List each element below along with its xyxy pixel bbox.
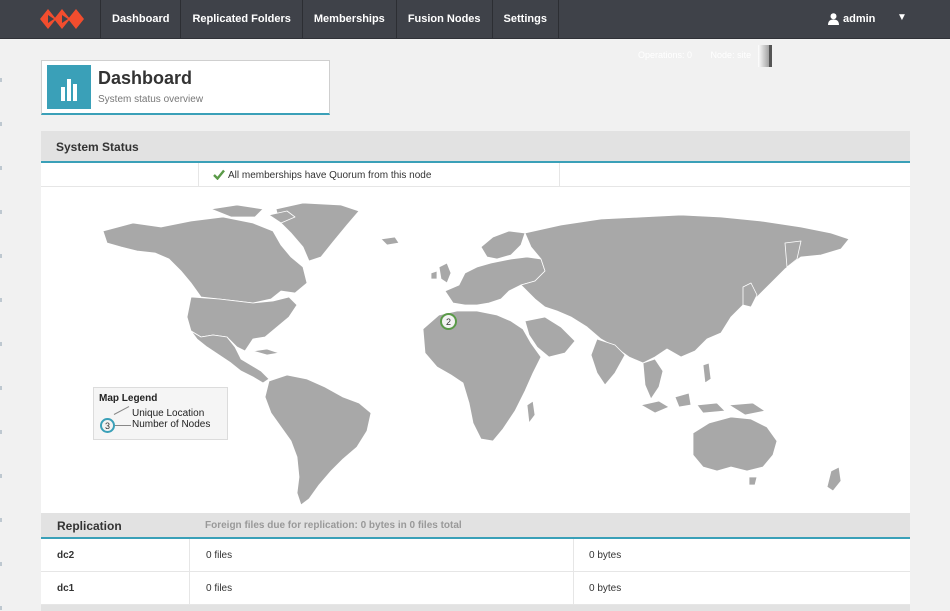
dashboard-header-card: Dashboard System status overview bbox=[41, 60, 330, 115]
replication-bytes: 0 bytes bbox=[589, 550, 622, 561]
new-zealand bbox=[826, 466, 842, 492]
nav-dashboard[interactable]: Dashboard bbox=[100, 0, 180, 38]
uk bbox=[438, 262, 452, 284]
user-icon bbox=[828, 13, 839, 25]
africa bbox=[422, 310, 542, 442]
panel-bottom-strip bbox=[41, 605, 910, 611]
status-fade bbox=[758, 45, 772, 67]
node-cluster-marker[interactable]: 2 bbox=[440, 313, 457, 330]
legend-number-of-nodes: Number of Nodes bbox=[132, 419, 211, 430]
australia bbox=[692, 416, 778, 472]
operations-status: Operations: 0 Node: site bbox=[638, 50, 767, 60]
nav-replicated-folders[interactable]: Replicated Folders bbox=[180, 0, 301, 38]
world-map-graphic bbox=[102, 202, 850, 506]
replication-node-name: dc2 bbox=[57, 550, 75, 561]
table-row: dc2 0 files 0 bytes bbox=[41, 539, 910, 572]
user-menu[interactable]: admin bbox=[828, 0, 875, 38]
quorum-message-text: All memberships have Quorum from this no… bbox=[228, 170, 432, 181]
window-edge bbox=[0, 38, 2, 611]
check-icon bbox=[213, 169, 225, 181]
arctic-islands bbox=[210, 204, 264, 218]
nav-memberships[interactable]: Memberships bbox=[301, 0, 396, 38]
legend-unique-location: Unique Location bbox=[132, 408, 205, 419]
iceland bbox=[380, 236, 400, 246]
indonesia-1 bbox=[640, 400, 670, 414]
brand-logo[interactable] bbox=[40, 7, 90, 31]
south-america bbox=[264, 374, 372, 506]
table-row: dc1 0 files 0 bytes bbox=[41, 572, 910, 605]
node-site: Node: site bbox=[710, 50, 752, 60]
bar-chart-icon bbox=[47, 65, 91, 109]
chevron-down-icon[interactable]: ▼ bbox=[897, 12, 907, 23]
philippines bbox=[702, 362, 712, 384]
world-map[interactable]: 2 Map Legend 3 Unique Location Number of… bbox=[41, 187, 910, 513]
quorum-row: All memberships have Quorum from this no… bbox=[41, 163, 910, 187]
row-cell-files bbox=[190, 572, 574, 604]
scandinavia bbox=[480, 230, 526, 260]
legend-pointer-line-2 bbox=[115, 425, 131, 426]
nav-settings[interactable]: Settings bbox=[491, 0, 559, 38]
new-guinea bbox=[728, 402, 766, 416]
replication-node-name: dc1 bbox=[57, 583, 75, 594]
map-legend: Map Legend 3 Unique Location Number of N… bbox=[93, 387, 228, 440]
replication-title: Replication bbox=[57, 519, 122, 533]
row-cell-files bbox=[190, 539, 574, 571]
nav-fusion-nodes[interactable]: Fusion Nodes bbox=[395, 0, 492, 38]
replication-bytes: 0 bytes bbox=[589, 583, 622, 594]
replication-files: 0 files bbox=[206, 550, 233, 561]
map-legend-title: Map Legend bbox=[99, 393, 158, 404]
replication-header: Replication Foreign files due for replic… bbox=[41, 513, 910, 539]
north-america-north bbox=[102, 216, 308, 304]
quorum-message: All memberships have Quorum from this no… bbox=[213, 169, 431, 181]
madagascar bbox=[526, 400, 536, 424]
europe bbox=[444, 256, 546, 306]
legend-marker-sample: 3 bbox=[100, 418, 115, 433]
user-name: admin bbox=[843, 13, 876, 25]
cuba bbox=[252, 348, 280, 356]
logo-icon bbox=[40, 9, 84, 29]
legend-pointer-line bbox=[113, 406, 130, 415]
quorum-cell-left bbox=[41, 163, 199, 186]
se-asia bbox=[642, 358, 664, 400]
replication-note: Foreign files due for replication: 0 byt… bbox=[205, 520, 462, 531]
page-subtitle: System status overview bbox=[98, 94, 204, 105]
system-status-panel: System Status All memberships have Quoru… bbox=[41, 131, 910, 611]
nav-menu: Dashboard Replicated Folders Memberships… bbox=[100, 0, 559, 38]
system-status-title: System Status bbox=[56, 140, 139, 154]
tasmania bbox=[748, 476, 758, 486]
system-status-header: System Status bbox=[41, 131, 910, 163]
page-title: Dashboard bbox=[98, 68, 193, 88]
indonesia-2 bbox=[674, 392, 692, 408]
replication-files: 0 files bbox=[206, 583, 233, 594]
indonesia-3 bbox=[696, 402, 726, 414]
ireland bbox=[430, 270, 438, 280]
top-navbar: Dashboard Replicated Folders Memberships… bbox=[0, 0, 950, 39]
operations-count: Operations: 0 bbox=[638, 50, 693, 60]
